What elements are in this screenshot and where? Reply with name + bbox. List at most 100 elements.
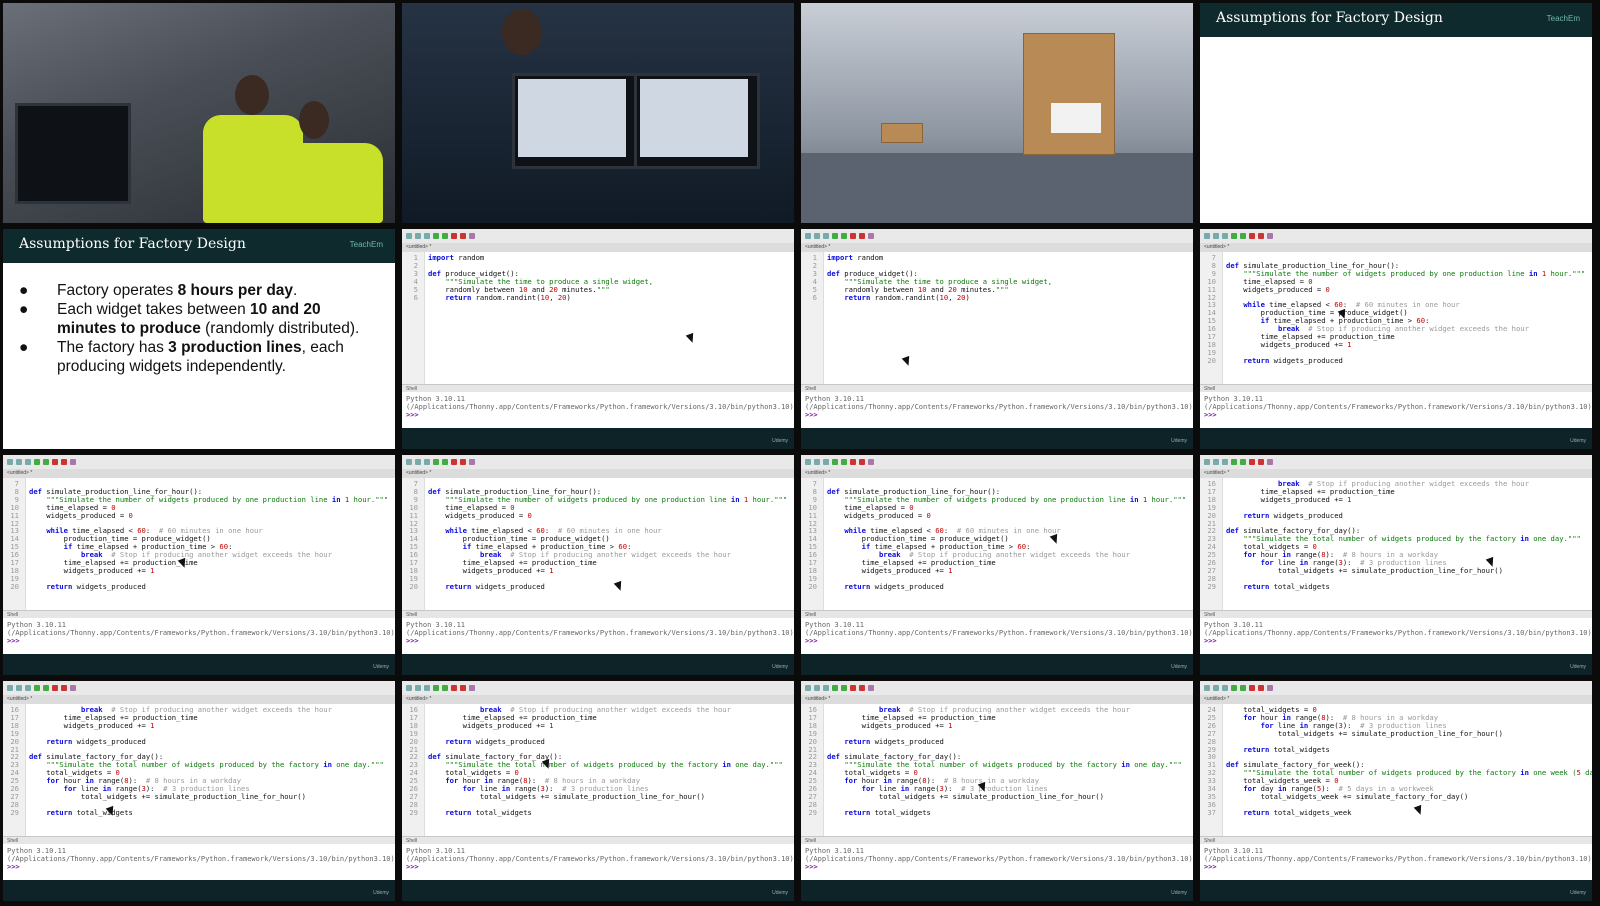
shell-panel[interactable]: Python 3.10.11 (/Applications/Thonny.app… [801,392,1193,428]
code-area[interactable]: 7 8 def simulate_production_line_for_hour(… [402,478,794,610]
shell-panel[interactable]: Python 3.10.11 (/Applications/Thonny.app… [801,844,1193,880]
toolbar-button[interactable] [1249,233,1255,239]
toolbar-button[interactable] [1240,459,1246,465]
toolbar-button[interactable] [850,233,856,239]
toolbar-button[interactable] [868,459,874,465]
code-editor-thumbnail[interactable]: <untitled> * 16 break # Stop if producing… [3,681,395,901]
shell-panel[interactable]: Python 3.10.11 (/Applications/Thonny.app… [801,618,1193,654]
code-editor-thumbnail[interactable]: <untitled> * 7 8 def simulate_production_li… [1200,229,1592,449]
code-editor-thumbnail[interactable]: <untitled> * 7 8 def simulate_production_li… [402,455,794,675]
toolbar-button[interactable] [1204,459,1210,465]
toolbar-button[interactable] [1267,685,1273,691]
toolbar-button[interactable] [841,685,847,691]
slide-thumbnail[interactable]: Assumptions for Factory Design TeachEm [1200,3,1592,223]
code-area[interactable]: 1 import random 2 3 def produce_widget(): 4 "… [801,252,1193,384]
toolbar-button[interactable] [1258,459,1264,465]
toolbar-button[interactable] [433,233,439,239]
toolbar-button[interactable] [406,233,412,239]
toolbar-button[interactable] [1204,233,1210,239]
editor-tab[interactable]: <untitled> * [402,243,794,252]
toolbar-button[interactable] [433,459,439,465]
toolbar-button[interactable] [1267,233,1273,239]
toolbar-button[interactable] [841,459,847,465]
toolbar-button[interactable] [433,685,439,691]
code-area[interactable]: 16 break # Stop if producing another wid… [1200,478,1592,610]
toolbar-button[interactable] [850,459,856,465]
toolbar-button[interactable] [460,233,466,239]
toolbar-button[interactable] [34,459,40,465]
toolbar-button[interactable] [1213,233,1219,239]
toolbar-button[interactable] [415,459,421,465]
toolbar-button[interactable] [61,459,67,465]
toolbar-button[interactable] [442,459,448,465]
editor-tab[interactable]: <untitled> * [3,695,395,704]
code-area[interactable]: 24 total_widgets = 0 25 for hour in range… [1200,704,1592,836]
toolbar-button[interactable] [469,233,475,239]
toolbar-button[interactable] [469,685,475,691]
toolbar-button[interactable] [52,459,58,465]
toolbar-button[interactable] [814,233,820,239]
editor-tab[interactable]: <untitled> * [801,469,1193,478]
toolbar-button[interactable] [16,685,22,691]
toolbar-button[interactable] [805,459,811,465]
toolbar-button[interactable] [451,233,457,239]
toolbar-button[interactable] [823,459,829,465]
toolbar-button[interactable] [868,685,874,691]
toolbar-button[interactable] [1240,233,1246,239]
toolbar-button[interactable] [451,459,457,465]
toolbar-button[interactable] [424,233,430,239]
code-editor-thumbnail[interactable]: <untitled> * 24 total_widgets = 0 25 for h… [1200,681,1592,901]
slide-thumbnail[interactable]: Assumptions for Factory Design TeachEm ● Fa… [3,229,395,449]
toolbar-button[interactable] [1222,233,1228,239]
toolbar-button[interactable] [832,233,838,239]
toolbar-button[interactable] [1213,459,1219,465]
shell-panel[interactable]: Python 3.10.11 (/Applications/Thonny.app… [402,618,794,654]
toolbar-button[interactable] [1231,459,1237,465]
toolbar-button[interactable] [1258,233,1264,239]
toolbar-button[interactable] [424,459,430,465]
editor-tab[interactable]: <untitled> * [801,695,1193,704]
toolbar-button[interactable] [7,685,13,691]
toolbar-button[interactable] [43,459,49,465]
toolbar-button[interactable] [1258,685,1264,691]
toolbar-button[interactable] [442,233,448,239]
toolbar-button[interactable] [1267,459,1273,465]
toolbar-button[interactable] [1249,685,1255,691]
toolbar-button[interactable] [1204,685,1210,691]
toolbar-button[interactable] [859,685,865,691]
toolbar-button[interactable] [868,233,874,239]
toolbar-button[interactable] [52,685,58,691]
code-area[interactable]: 7 8 def simulate_production_line_for_hour(… [3,478,395,610]
code-area[interactable]: 16 break # Stop if producing another wid… [3,704,395,836]
toolbar-button[interactable] [61,685,67,691]
toolbar-button[interactable] [451,685,457,691]
toolbar-button[interactable] [832,685,838,691]
toolbar-button[interactable] [1222,459,1228,465]
toolbar-button[interactable] [469,459,475,465]
editor-tab[interactable]: <untitled> * [1200,695,1592,704]
toolbar-button[interactable] [1213,685,1219,691]
editor-tab[interactable]: <untitled> * [1200,469,1592,478]
code-area[interactable]: 16 break # Stop if producing another wid… [402,704,794,836]
code-editor-thumbnail[interactable]: <untitled> * 1 import random 2 3 def produce_… [801,229,1193,449]
toolbar-button[interactable] [814,459,820,465]
editor-tab[interactable]: <untitled> * [801,243,1193,252]
toolbar-button[interactable] [1222,685,1228,691]
toolbar-button[interactable] [424,685,430,691]
editor-tab[interactable]: <untitled> * [402,695,794,704]
code-editor-thumbnail[interactable]: <untitled> * 16 break # Stop if producing… [1200,455,1592,675]
toolbar-button[interactable] [25,459,31,465]
toolbar-button[interactable] [7,459,13,465]
toolbar-button[interactable] [805,685,811,691]
toolbar-button[interactable] [415,685,421,691]
toolbar-button[interactable] [406,459,412,465]
code-editor-thumbnail[interactable]: <untitled> * 16 break # Stop if producing… [402,681,794,901]
shell-panel[interactable]: Python 3.10.11 (/Applications/Thonny.app… [3,844,395,880]
shell-panel[interactable]: Python 3.10.11 (/Applications/Thonny.app… [1200,618,1592,654]
toolbar-button[interactable] [841,233,847,239]
shell-panel[interactable]: Python 3.10.11 (/Applications/Thonny.app… [1200,392,1592,428]
editor-tab[interactable]: <untitled> * [402,469,794,478]
toolbar-button[interactable] [442,685,448,691]
toolbar-button[interactable] [850,685,856,691]
video-thumbnail-photo[interactable] [801,3,1193,223]
